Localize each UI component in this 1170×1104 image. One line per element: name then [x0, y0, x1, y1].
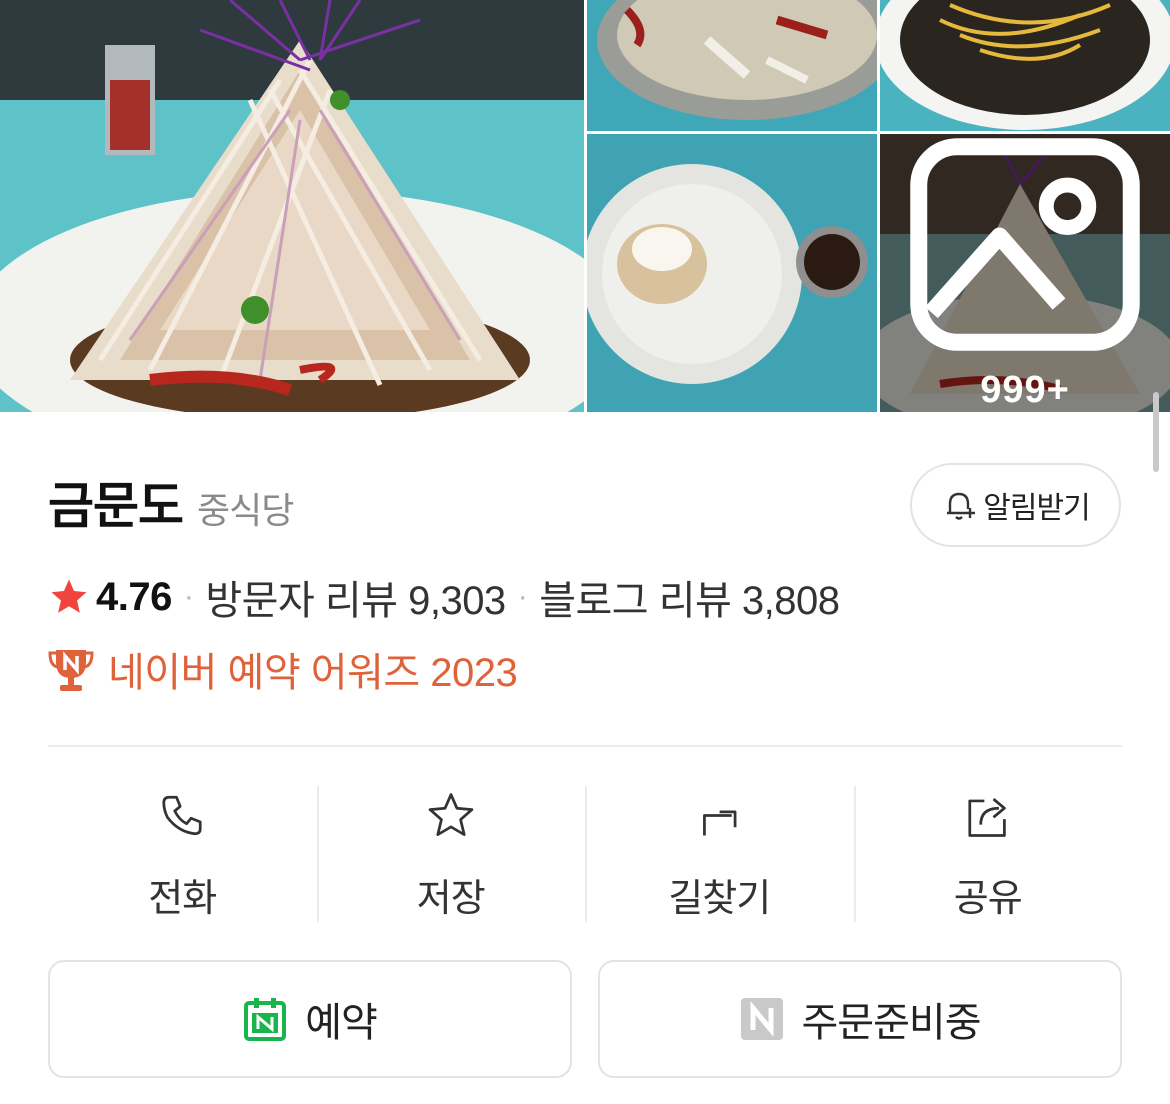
rating-value: 4.76	[96, 574, 172, 619]
photo-count: 999+	[980, 369, 1070, 411]
divider	[48, 745, 1122, 747]
phone-icon	[162, 795, 202, 836]
photo-thumb-2[interactable]	[880, 0, 1170, 131]
bell-plus-icon	[947, 492, 976, 520]
award-badge[interactable]: 네이버 예약 어워즈 2023	[48, 640, 518, 698]
title-row: 금문도 중식당	[48, 466, 294, 538]
order-label: 주문준비중	[801, 1001, 982, 1045]
share-button[interactable]: 공유	[853, 786, 1123, 922]
directions-icon	[703, 810, 737, 836]
stats-row: 4.76 · 방문자 리뷰 9,303 · 블로그 리뷰 3,808	[48, 568, 840, 626]
action-bar: 전화 저장 길찾기 공유	[48, 786, 1122, 922]
photo-thumb-1[interactable]	[587, 0, 877, 131]
share-icon	[968, 798, 1006, 837]
visitor-reviews-link[interactable]: 방문자 리뷰 9,303	[205, 568, 506, 626]
separator-dot: ·	[183, 580, 194, 613]
naver-n-icon	[740, 998, 783, 1040]
image-icon	[910, 138, 1140, 351]
trophy-icon	[48, 650, 94, 691]
call-label: 전화	[148, 878, 217, 920]
notification-label: 알림받기	[983, 492, 1090, 525]
place-category: 중식당	[197, 490, 294, 531]
star-icon	[51, 579, 87, 613]
naver-calendar-icon	[244, 998, 287, 1041]
scrollbar[interactable]	[1153, 392, 1159, 472]
photo-thumb-3[interactable]	[587, 134, 877, 412]
order-button[interactable]: 주문준비중	[598, 960, 1122, 1078]
share-label: 공유	[953, 878, 1023, 920]
photo-more[interactable]: 999+	[880, 134, 1170, 412]
separator-dot: ·	[517, 580, 528, 613]
directions-label: 길찾기	[668, 878, 771, 920]
call-button[interactable]: 전화	[48, 786, 317, 922]
blog-reviews-link[interactable]: 블로그 리뷰 3,808	[539, 568, 840, 626]
reserve-button[interactable]: 예약	[48, 960, 572, 1078]
place-name: 금문도	[48, 478, 184, 534]
reserve-label: 예약	[305, 1001, 378, 1045]
star-outline-icon	[428, 793, 474, 836]
award-label: 네이버 예약 어워즈 2023	[108, 651, 518, 695]
directions-button[interactable]: 길찾기	[585, 786, 854, 922]
main-photo[interactable]	[0, 0, 584, 412]
save-button[interactable]: 저장	[316, 786, 586, 922]
more-photos-overlay: 999+	[880, 134, 1170, 412]
photo-gallery: 999+	[0, 0, 1170, 412]
save-label: 저장	[416, 878, 486, 920]
notification-button[interactable]: 알림받기	[910, 463, 1121, 547]
